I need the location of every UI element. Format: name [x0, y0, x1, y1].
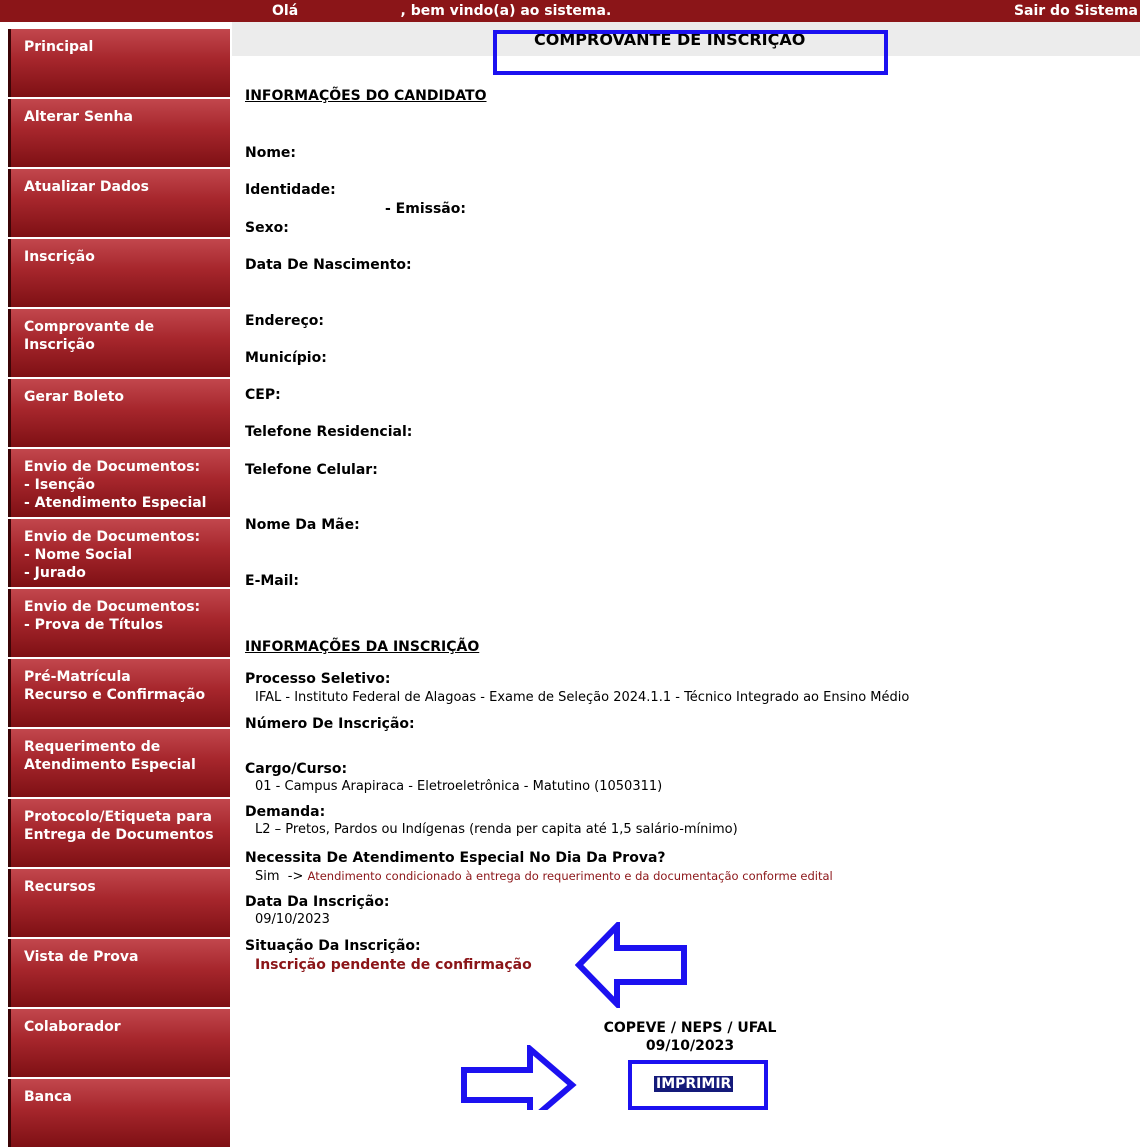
label-telefone-residencial: Telefone Residencial:: [245, 424, 413, 440]
label-email: E-Mail:: [245, 573, 299, 589]
registration-section-title: INFORMAÇÕES DA INSCRIÇÃO: [245, 639, 480, 655]
value-atendimento: Sim -> Atendimento condicionado à entreg…: [255, 869, 833, 884]
label-cep: CEP:: [245, 387, 281, 403]
value-situacao: Inscrição pendente de confirmação: [255, 957, 532, 973]
sidebar-item-recursos[interactable]: Recursos: [8, 869, 230, 937]
value-demanda: L2 – Pretos, Pardos ou Indígenas (renda …: [255, 822, 738, 837]
sidebar-item-label: Inscrição: [24, 249, 95, 265]
sidebar-item-atualizar-dados[interactable]: Atualizar Dados: [8, 169, 230, 237]
logout-link[interactable]: Sair do Sistema: [1014, 3, 1138, 19]
sidebar-item-inscricao[interactable]: Inscrição: [8, 239, 230, 307]
print-button-label[interactable]: IMPRIMIR: [654, 1076, 734, 1092]
sidebar-item-alterar-senha[interactable]: Alterar Senha: [8, 99, 230, 167]
sidebar-item-envio-nome-social[interactable]: Envio de Documentos: - Nome Social - Jurad…: [8, 519, 230, 587]
sidebar-item-protocolo[interactable]: Protocolo/Etiqueta para Entrega de Docume…: [8, 799, 230, 867]
label-nome: Nome:: [245, 145, 297, 161]
sidebar-item-label: - Prova de Títulos: [24, 617, 164, 633]
print-button[interactable]: IMPRIMIR: [628, 1060, 768, 1110]
sidebar-item-label: Atendimento Especial: [24, 757, 196, 773]
sidebar-item-label: Inscrição: [24, 337, 95, 353]
sidebar-item-label: Recurso e Confirmação: [24, 687, 206, 703]
sidebar-item-label: Gerar Boleto: [24, 389, 125, 405]
greeting: Olá , bem vindo(a) ao sistema.: [272, 3, 612, 19]
label-cargo: Cargo/Curso:: [245, 761, 348, 777]
candidate-section-title: INFORMAÇÕES DO CANDIDATO: [245, 88, 487, 104]
sidebar-item-label: Protocolo/Etiqueta para: [24, 809, 212, 825]
title-highlight-box: [493, 30, 888, 75]
footer-organization: COPEVE / NEPS / UFAL: [603, 1020, 777, 1036]
sidebar-item-pre-matricula[interactable]: Pré-Matrícula Recurso e Confirmação: [8, 659, 230, 727]
label-atendimento: Necessita De Atendimento Especial No Dia…: [245, 850, 666, 866]
right-arrow-icon: [461, 1045, 577, 1110]
sidebar-item-label: Comprovante de: [24, 319, 155, 335]
sidebar-item-label: - Atendimento Especial: [24, 495, 207, 511]
sidebar-item-label: Pré-Matrícula: [24, 669, 131, 685]
sidebar-item-label: Envio de Documentos:: [24, 459, 201, 475]
sidebar: Principal Alterar Senha Atualizar Dados Ins…: [0, 22, 232, 1147]
label-processo: Processo Seletivo:: [245, 671, 391, 687]
sidebar-item-requerimento[interactable]: Requerimento de Atendimento Especial: [8, 729, 230, 797]
sidebar-item-label: Recursos: [24, 879, 96, 895]
left-arrow-icon: [575, 922, 687, 1008]
sidebar-item-label: Principal: [24, 39, 94, 55]
atendimento-note: Atendimento condicionado à entrega do re…: [307, 869, 833, 883]
value-data-inscricao: 09/10/2023: [255, 912, 330, 927]
label-sexo: Sexo:: [245, 220, 289, 236]
sidebar-item-label: Atualizar Dados: [24, 179, 149, 195]
sidebar-item-vista-prova[interactable]: Vista de Prova: [8, 939, 230, 1007]
label-municipio: Município:: [245, 350, 327, 366]
value-processo: IFAL - Instituto Federal de Alagoas - Ex…: [255, 690, 910, 705]
label-situacao: Situação Da Inscrição:: [245, 938, 421, 954]
sidebar-item-label: Entrega de Documentos: [24, 827, 214, 843]
sidebar-item-label: Vista de Prova: [24, 949, 139, 965]
label-nascimento: Data De Nascimento:: [245, 257, 412, 273]
label-numero-inscricao: Número De Inscrição:: [245, 716, 415, 732]
sidebar-item-comprovante[interactable]: Comprovante de Inscrição: [8, 309, 230, 377]
sidebar-item-label: Alterar Senha: [24, 109, 133, 125]
sidebar-item-label: Banca: [24, 1089, 72, 1105]
sidebar-item-envio-isencao[interactable]: Envio de Documentos: - Isenção - Atendimen…: [8, 449, 230, 517]
sidebar-item-gerar-boleto[interactable]: Gerar Boleto: [8, 379, 230, 447]
sidebar-item-label: Envio de Documentos:: [24, 529, 201, 545]
sidebar-item-label: - Jurado: [24, 565, 86, 581]
value-cargo: 01 - Campus Arapiraca - Eletroeletrônica…: [255, 779, 663, 794]
sidebar-item-principal[interactable]: Principal: [8, 29, 230, 97]
sidebar-item-envio-titulos[interactable]: Envio de Documentos: - Prova de Títulos: [8, 589, 230, 657]
label-demanda: Demanda:: [245, 804, 326, 820]
label-telefone-celular: Telefone Celular:: [245, 462, 378, 478]
sidebar-item-label: - Nome Social: [24, 547, 133, 563]
sidebar-item-label: Requerimento de: [24, 739, 161, 755]
label-endereco: Endereço:: [245, 313, 324, 329]
label-nome-mae: Nome Da Mãe:: [245, 517, 360, 533]
sidebar-item-label: Envio de Documentos:: [24, 599, 201, 615]
sidebar-item-banca[interactable]: Banca: [8, 1079, 230, 1147]
label-identidade: Identidade:: [245, 182, 336, 198]
top-bar: Olá , bem vindo(a) ao sistema. Sair do S…: [0, 0, 1140, 22]
label-emissao: - Emissão:: [385, 201, 466, 217]
sidebar-item-label: - Isenção: [24, 477, 96, 493]
label-data-inscricao: Data Da Inscrição:: [245, 894, 390, 910]
